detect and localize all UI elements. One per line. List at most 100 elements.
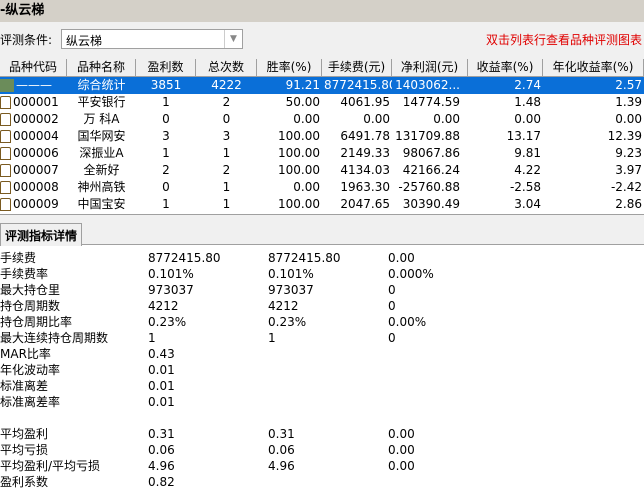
cell: 000008 [0, 179, 67, 196]
cell: 0.00 [293, 112, 320, 126]
detail-row: 最大连续持仓周期数 1 1 0 [0, 330, 644, 346]
detail-value: 973037 [268, 283, 314, 297]
cell: -25760.88 [398, 180, 460, 194]
cell: 1 [162, 95, 170, 109]
detail-row: 手续费 8772415.80 8772415.80 0.00 [0, 250, 644, 266]
detail-row [0, 410, 644, 426]
cell: 100.00 [278, 146, 320, 160]
table-row[interactable]: 000007 全新好 2 2 100.00 4134.03 42166.24 4.22 3.97 [0, 162, 644, 179]
detail-value: 0.00 [388, 459, 415, 473]
detail-row: 标准离差率 0.01 [0, 394, 644, 410]
cell: 0 [222, 112, 231, 126]
cell: 000009 [0, 196, 67, 213]
cell: 50.00 [285, 95, 320, 109]
cell: 2047.65 [340, 197, 390, 211]
detail-value: 0 [388, 299, 396, 313]
cell: 000004 [0, 128, 67, 145]
column-header[interactable]: 盈利数 [136, 59, 196, 76]
table-row[interactable]: 000001 平安银行 1 2 50.00 4061.95 14774.59 1.48 1.39 [0, 94, 644, 111]
detail-label: 最大连续持仓周期数 [0, 331, 109, 345]
detail-value: 0.00 [388, 427, 415, 441]
table-row[interactable]: 000004 国华网安 3 3 100.00 6491.78 131709.88 13.17 1… [0, 128, 644, 145]
cell: 14774.59 [402, 95, 460, 109]
column-header[interactable]: 收益率(%) [468, 59, 543, 76]
cell: 2 [222, 163, 231, 177]
detail-label: 平均盈利 [0, 427, 49, 441]
column-header[interactable]: 净利润(元) [392, 59, 468, 76]
cell: 2.86 [615, 197, 642, 211]
detail-row: 持仓周期比率 0.23% 0.23% 0.00% [0, 314, 644, 330]
cell-code: 000008 [13, 180, 59, 194]
chevron-down-icon[interactable]: ▼ [224, 30, 242, 48]
tab-bar: 评测指标详情 [0, 214, 644, 246]
detail-value: 0 [388, 283, 396, 297]
column-header[interactable]: 品种代码 [0, 59, 67, 76]
cell: 综合统计 [77, 78, 126, 92]
detail-row: 平均亏损 0.06 0.06 0.00 [0, 442, 644, 458]
detail-value: 0.00 [388, 443, 415, 457]
cell: 100.00 [278, 163, 320, 177]
detail-value: 0.101% [268, 267, 314, 281]
detail-label: 手续费率 [0, 267, 49, 281]
cell: -2.42 [610, 180, 642, 194]
cell: -2.58 [509, 180, 541, 194]
stock-icon [0, 198, 11, 211]
stock-icon [0, 113, 11, 126]
cell: 4134.03 [340, 163, 390, 177]
detail-value: 0.23% [268, 315, 307, 329]
table-row[interactable]: 000009 中国宝安 1 1 100.00 2047.65 30390.49 3.04 2.8… [0, 196, 644, 213]
cell: 1 [222, 180, 231, 194]
column-header[interactable]: 品种名称 [67, 59, 136, 76]
detail-label: MAR比率 [0, 347, 51, 361]
table-row[interactable]: 000002 万 科A 0 0 0.00 0.00 0.00 0.00 0.00 [0, 111, 644, 128]
cell: 1.39 [615, 95, 642, 109]
cell-code: 000006 [13, 146, 59, 160]
cell: 2 [222, 95, 231, 109]
cell: 000006 [0, 145, 67, 162]
cell: 131709.88 [395, 129, 460, 143]
detail-value: 0.01 [148, 379, 175, 393]
cell: 4222 [211, 78, 242, 92]
detail-value: 0.31 [148, 427, 175, 441]
summary-icon [0, 79, 14, 92]
window-title: -纵云梯 [0, 0, 644, 22]
column-header[interactable]: 手续费(元) [322, 59, 392, 76]
detail-value: 0.000% [388, 267, 434, 281]
detail-value: 0.31 [268, 427, 295, 441]
cell: 0.00 [615, 112, 642, 126]
cell: 0.00 [433, 112, 460, 126]
stock-icon [0, 130, 11, 143]
cell: 1 [222, 146, 231, 160]
filter-label: 评测条件: [0, 33, 53, 47]
cell: 000001 [0, 94, 67, 111]
cell: 0.00 [293, 180, 320, 194]
cell: 8772415.80 [324, 78, 392, 92]
cell: 0 [162, 180, 170, 194]
detail-label: 标准离差 [0, 379, 49, 393]
cell: 000002 [0, 111, 67, 128]
table-row[interactable]: 000006 深振业A 1 1 100.00 2149.33 98067.86 9.81 9.2… [0, 145, 644, 162]
cell: 国华网安 [77, 129, 126, 143]
detail-label: 持仓周期数 [0, 299, 61, 313]
column-header[interactable]: 总次数 [196, 59, 257, 76]
detail-row: 年化波动率 0.01 [0, 362, 644, 378]
detail-value: 0.101% [148, 267, 194, 281]
tab-details[interactable]: 评测指标详情 [0, 223, 83, 246]
detail-value: 0.06 [268, 443, 295, 457]
detail-row: 持仓周期数 4212 4212 0 [0, 298, 644, 314]
detail-value: 973037 [148, 283, 194, 297]
table-header: 品种代码 品种名称 盈利数 总次数 胜率(%) 手续费(元) 净利润(元) 收益率(%) 年化收… [0, 59, 644, 77]
column-header[interactable]: 胜率(%) [257, 59, 322, 76]
detail-row: MAR比率 0.43 [0, 346, 644, 362]
cell: 3.04 [514, 197, 541, 211]
condition-select[interactable]: 纵云梯 ▼ [61, 29, 243, 49]
cell: 万 科A [83, 112, 120, 126]
summary-row[interactable]: ——— 综合统计 3851 4222 91.21 8772415.80 1403062...… [0, 77, 644, 94]
cell: 6491.78 [340, 129, 390, 143]
column-header[interactable]: 年化收益率(%) [543, 59, 644, 76]
table-row[interactable]: 000008 神州高铁 0 1 0.00 1963.30 -25760.88 -2.58 -2.… [0, 179, 644, 196]
cell: 4061.95 [340, 95, 390, 109]
cell: 神州高铁 [77, 180, 126, 194]
cell-code: 000007 [13, 163, 59, 177]
cell: 0.00 [514, 112, 541, 126]
